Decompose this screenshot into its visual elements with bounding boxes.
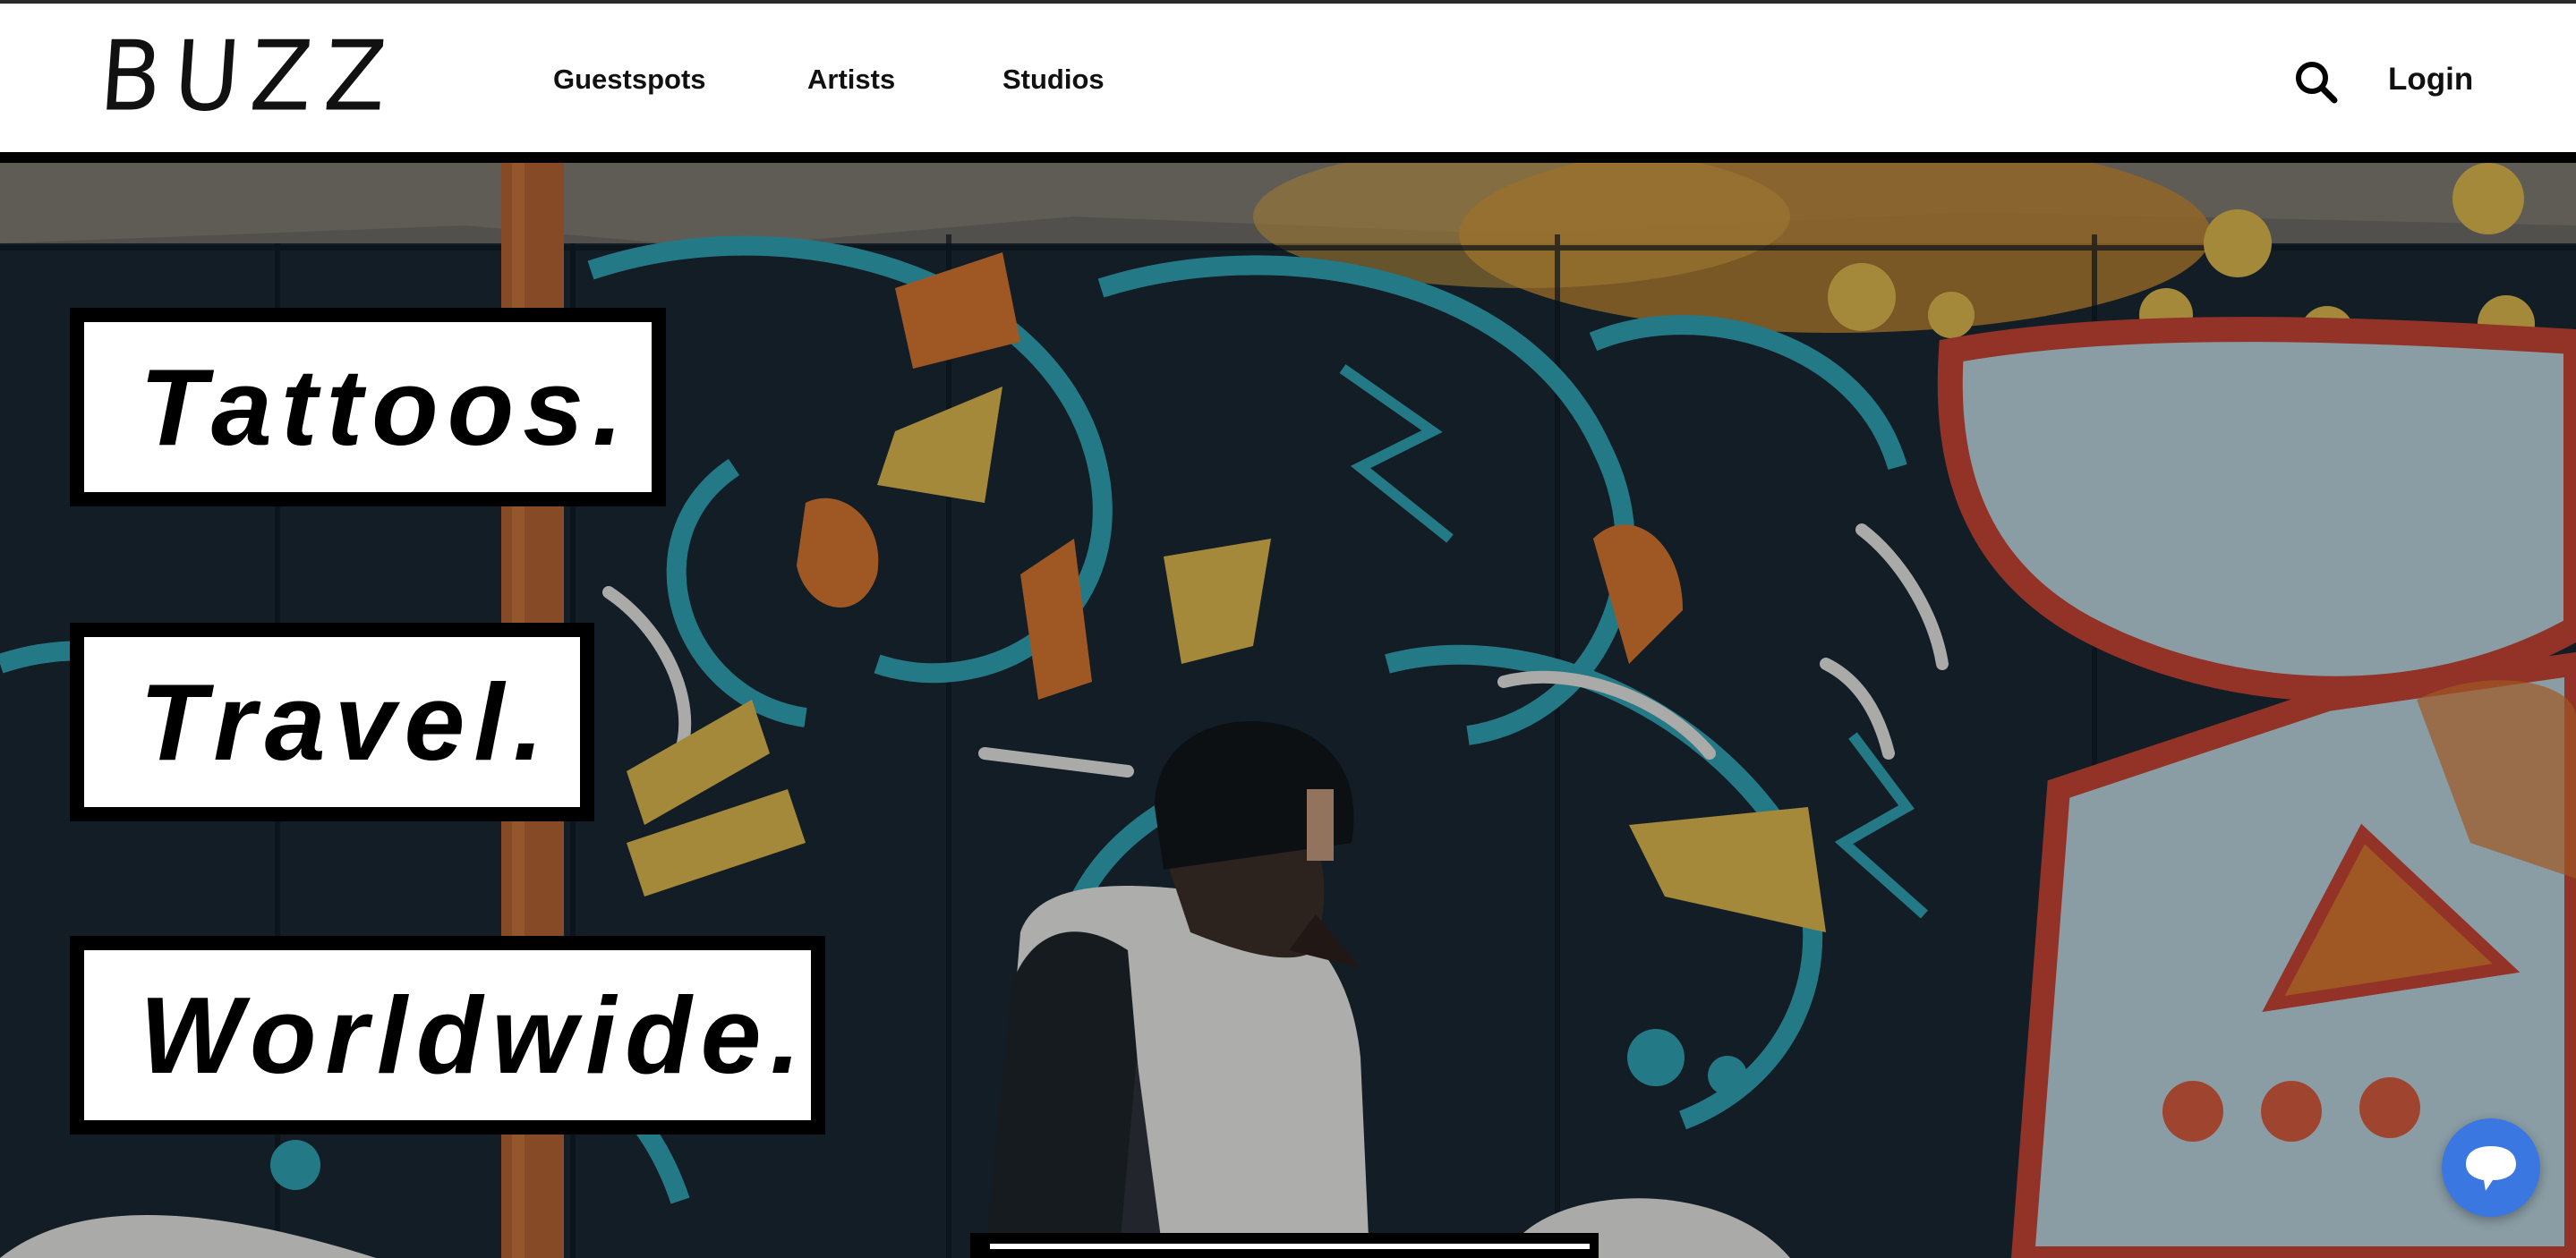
tagline-text: Travel. xyxy=(140,661,553,783)
tagline-text: Worldwide. xyxy=(140,974,810,1096)
site-header: BUZZ Guestspots Artists Studios Login xyxy=(0,4,2576,152)
tagline-travel: Travel. xyxy=(70,623,594,821)
nav-studios[interactable]: Studios xyxy=(1002,63,1105,97)
logo-text: BUZZ xyxy=(96,20,403,133)
tagline-text: Tattoos. xyxy=(140,346,632,468)
header-border xyxy=(0,152,2576,163)
scroll-indicator[interactable] xyxy=(970,1233,1599,1258)
nav-guestspots[interactable]: Guestspots xyxy=(553,63,706,97)
logo[interactable]: BUZZ xyxy=(97,20,403,132)
login-link[interactable]: Login xyxy=(2388,61,2473,98)
tagline-worldwide: Worldwide. xyxy=(70,936,825,1135)
tagline-tattoos: Tattoos. xyxy=(70,308,666,506)
search-button[interactable] xyxy=(2291,57,2340,106)
scroll-indicator-bar xyxy=(990,1244,1590,1249)
chat-bubble-icon xyxy=(2466,1146,2516,1191)
nav-artists[interactable]: Artists xyxy=(807,63,895,97)
search-icon xyxy=(2296,62,2338,104)
chat-button[interactable] xyxy=(2442,1118,2540,1217)
hero-banner: Tattoos. Travel. Worldwide. xyxy=(0,163,2576,1258)
